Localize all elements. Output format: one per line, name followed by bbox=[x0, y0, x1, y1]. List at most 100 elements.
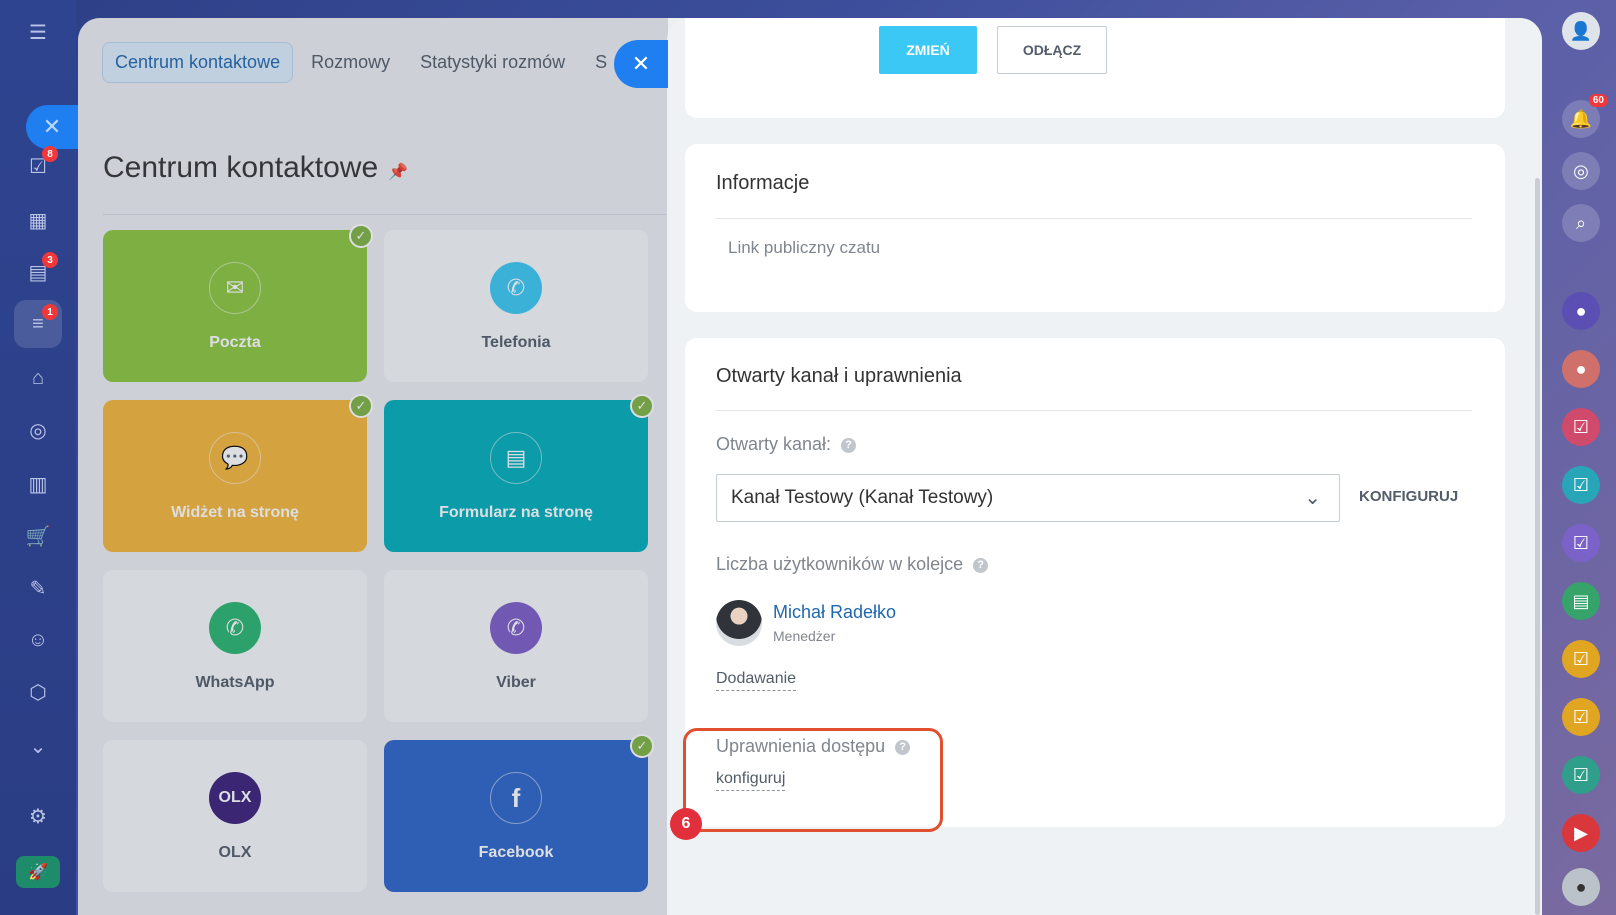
right-rail: 👤 🔔 60 ◎ ⌕ ● ● ☑ ☑ ☑ ▤ ☑ ☑ ☑ ▶ ● bbox=[1542, 0, 1616, 915]
analytics-icon[interactable]: ▥ bbox=[22, 468, 54, 500]
whatsapp-icon: ✆ bbox=[209, 602, 261, 654]
open-channel-label-text: Otwarty kanał: bbox=[716, 434, 832, 454]
tile-label: Viber bbox=[496, 674, 536, 691]
card-divider bbox=[716, 218, 1472, 219]
help-icon[interactable]: ? bbox=[841, 437, 857, 453]
copilot-icon[interactable]: ◎ bbox=[1562, 152, 1600, 190]
connected-check-icon: ✓ bbox=[630, 734, 654, 758]
tile-olx[interactable]: OLX OLX bbox=[103, 740, 367, 892]
task-chat-icon[interactable]: ☑ bbox=[1562, 408, 1600, 446]
notifications-badge: 60 bbox=[1588, 94, 1608, 107]
tile-viber[interactable]: ✆ Viber bbox=[384, 570, 648, 722]
tile-label: WhatsApp bbox=[195, 674, 275, 691]
tile-poczta[interactable]: ✉ Poczta ✓ bbox=[103, 224, 373, 382]
info-card: Informacje Link publiczny czatu bbox=[685, 144, 1505, 312]
avatar[interactable] bbox=[716, 600, 762, 646]
scrollbar[interactable] bbox=[1535, 178, 1540, 915]
tile-label: Widżet na stronę bbox=[171, 504, 299, 521]
connected-check-icon: ✓ bbox=[349, 224, 373, 248]
olx-logo-icon: OLX bbox=[209, 772, 261, 824]
connected-check-icon: ✓ bbox=[630, 394, 654, 418]
task-chat-icon[interactable]: ☑ bbox=[1562, 756, 1600, 794]
help-icon[interactable]: ? bbox=[973, 557, 989, 573]
queue-users-label-text: Liczba użytkowników w kolejce bbox=[716, 554, 964, 574]
disconnect-button[interactable]: ODŁĄCZ bbox=[997, 26, 1107, 74]
tasks-badge: 8 bbox=[42, 146, 58, 162]
chat-avatar-icon[interactable]: ● bbox=[1562, 292, 1600, 330]
tile-widget[interactable]: 💬 Widżet na stronę ✓ bbox=[103, 394, 373, 552]
change-button[interactable]: ZMIEŃ bbox=[879, 26, 977, 74]
open-channel-card-title: Otwarty kanał i uprawnienia bbox=[716, 365, 962, 387]
rocket-icon[interactable]: 🚀 bbox=[16, 856, 60, 888]
contact-center-icon[interactable]: ≡ 1 bbox=[22, 304, 58, 340]
add-user-link[interactable]: Dodawanie bbox=[716, 670, 797, 691]
search-chat-icon[interactable]: ⌕ bbox=[1562, 204, 1600, 242]
envelope-icon: ✉ bbox=[209, 262, 261, 314]
configure-channel-link[interactable]: KONFIGURUJ bbox=[1359, 488, 1458, 505]
step-number-badge: 6 bbox=[670, 808, 702, 840]
target-icon[interactable]: ◎ bbox=[22, 414, 54, 446]
tasks-icon[interactable]: ☑ 8 bbox=[22, 146, 58, 182]
chevron-down-icon[interactable]: ⌄ bbox=[22, 730, 54, 762]
open-channel-selected-value: Kanał Testowy (Kanał Testowy) bbox=[731, 487, 994, 508]
tile-label: Telefonia bbox=[481, 334, 551, 351]
user-role: Menedżer bbox=[773, 628, 836, 644]
bot-icon[interactable]: ☺ bbox=[22, 624, 54, 656]
video-call-icon[interactable]: ▶ bbox=[1562, 814, 1600, 852]
tile-whatsapp[interactable]: ✆ WhatsApp bbox=[103, 570, 367, 722]
title-divider bbox=[103, 214, 703, 215]
tile-label: Formularz na stronę bbox=[439, 504, 593, 521]
connected-check-icon: ✓ bbox=[349, 394, 373, 418]
tab-contact-center[interactable]: Centrum kontaktowe bbox=[102, 42, 294, 83]
left-navigation-rail: ☰ ✕ ☑ 8 ▦ ▤ 3 ≡ 1 ⌂ ◎ ▥ 🛒 ✎ ☺ ⬡ ⌄ ⚙ 🚀 bbox=[0, 0, 78, 915]
cart-icon[interactable]: 🛒 bbox=[22, 520, 54, 552]
chat-avatar-icon[interactable]: ● bbox=[1562, 868, 1600, 906]
actions-card: ZMIEŃ ODŁĄCZ bbox=[685, 18, 1505, 118]
contact-center-badge: 1 bbox=[42, 304, 58, 320]
document-chat-icon[interactable]: ▤ bbox=[1562, 582, 1600, 620]
tile-facebook[interactable]: f Facebook ✓ bbox=[384, 734, 654, 892]
task-chat-icon[interactable]: ☑ bbox=[1562, 640, 1600, 678]
highlight-frame bbox=[683, 728, 943, 832]
chevron-down-icon: ⌄ bbox=[1304, 487, 1321, 509]
hamburger-menu-icon[interactable]: ☰ bbox=[22, 16, 54, 48]
bell-icon[interactable]: 🔔 60 bbox=[1562, 94, 1608, 138]
sign-icon[interactable]: ✎ bbox=[22, 572, 54, 604]
settings-gear-icon[interactable]: ⚙ bbox=[22, 800, 54, 832]
tile-form[interactable]: ▤ Formularz na stronę ✓ bbox=[384, 394, 654, 552]
facebook-icon: f bbox=[490, 772, 542, 824]
user-avatar-icon[interactable]: 👤 bbox=[1562, 12, 1600, 50]
box-icon[interactable]: ⬡ bbox=[22, 676, 54, 708]
crm-badge: 3 bbox=[42, 252, 58, 268]
viber-icon: ✆ bbox=[490, 602, 542, 654]
page-title: Centrum kontaktowe 📌 bbox=[103, 151, 408, 185]
pin-icon[interactable]: 📌 bbox=[388, 164, 408, 181]
tile-label: OLX bbox=[218, 844, 252, 861]
public-link-label: Link publiczny czatu bbox=[728, 238, 881, 257]
form-icon: ▤ bbox=[490, 432, 542, 484]
chat-avatar-icon[interactable]: ● bbox=[1562, 350, 1600, 388]
chat-bubbles-icon: 💬 bbox=[209, 432, 261, 484]
store-icon[interactable]: ⌂ bbox=[22, 362, 54, 394]
tab-conversation-stats[interactable]: Statystyki rozmów bbox=[408, 43, 577, 82]
close-slider-button[interactable]: ✕ bbox=[614, 40, 668, 88]
task-chat-icon[interactable]: ☑ bbox=[1562, 698, 1600, 736]
page-title-text: Centrum kontaktowe bbox=[103, 151, 379, 184]
task-chat-icon[interactable]: ☑ bbox=[1562, 466, 1600, 504]
card-divider bbox=[716, 410, 1472, 411]
close-slider-button-left[interactable]: ✕ bbox=[26, 105, 78, 149]
info-card-title: Informacje bbox=[716, 172, 810, 194]
crm-icon[interactable]: ▤ 3 bbox=[22, 252, 58, 288]
tile-label: Poczta bbox=[209, 334, 261, 351]
tile-label: Facebook bbox=[478, 844, 554, 861]
open-channel-select[interactable]: Kanał Testowy (Kanał Testowy) ⌄ bbox=[716, 474, 1340, 522]
open-channel-label: Otwarty kanał:? bbox=[716, 434, 857, 455]
calendar-icon[interactable]: ▦ bbox=[22, 204, 54, 236]
page-tabs: Centrum kontaktowe Rozmowy Statystyki ro… bbox=[102, 42, 619, 83]
tile-telefonia[interactable]: ✆ Telefonia bbox=[384, 230, 648, 382]
tab-conversations[interactable]: Rozmowy bbox=[299, 43, 402, 82]
queue-users-label: Liczba użytkowników w kolejce? bbox=[716, 554, 989, 575]
task-chat-icon[interactable]: ☑ bbox=[1562, 524, 1600, 562]
phone-icon: ✆ bbox=[490, 262, 542, 314]
user-name-link[interactable]: Michał Radełko bbox=[773, 602, 896, 623]
